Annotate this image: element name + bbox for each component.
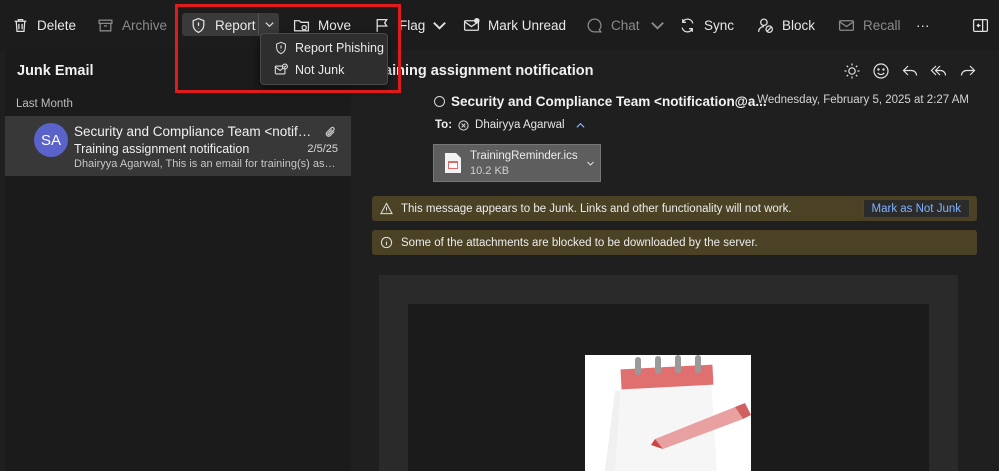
calendar-notepad-illustration — [585, 355, 751, 471]
sender-name[interactable]: Security and Compliance Team <notificati… — [451, 94, 767, 109]
report-label: Report — [215, 17, 256, 33]
recall-icon — [838, 19, 855, 31]
mark-unread-label: Mark Unread — [488, 17, 567, 33]
attachment-card[interactable]: TrainingReminder.ics 10.2 KB — [433, 144, 601, 182]
reading-pane: aining assignment notification Security … — [358, 50, 999, 471]
message-sender: Security and Compliance Team <notificati… — [74, 124, 314, 139]
delete-button[interactable]: Delete — [12, 12, 76, 38]
chevron-down-icon — [433, 21, 446, 30]
move-label: Move — [318, 17, 352, 33]
menu-item-report-phishing[interactable]: Report Phishing — [261, 37, 387, 59]
trash-icon — [14, 18, 27, 32]
message-body-content — [408, 304, 929, 471]
junk-warning-text: This message appears to be Junk. Links a… — [401, 202, 792, 215]
toolbar: Delete Archive Report Move Flag Mark Unr… — [0, 0, 999, 50]
chat-icon — [587, 17, 603, 33]
sun-icon[interactable] — [843, 62, 861, 80]
message-subject-heading: aining assignment notification — [384, 63, 594, 79]
forward-icon[interactable] — [959, 62, 977, 80]
chevron-up-icon[interactable] — [575, 120, 586, 131]
group-label: Last Month — [16, 98, 73, 110]
reading-pane-actions — [843, 62, 977, 80]
shield-icon — [192, 17, 205, 33]
attachment-size: 10.2 KB — [470, 165, 510, 177]
message-list-pane: Junk Email Last Month SA Security and Co… — [5, 50, 351, 471]
message-preview: Dhairyya Agarwal, This is an email for t… — [74, 158, 339, 170]
sync-icon — [681, 17, 694, 33]
mark-unread-button[interactable]: Mark Unread — [463, 12, 566, 38]
warning-icon — [380, 202, 393, 215]
block-label: Block — [782, 17, 816, 33]
list-item[interactable]: SA Security and Compliance Team <notific… — [5, 116, 351, 176]
report-button[interactable]: Report — [190, 12, 256, 38]
chevron-down-icon — [264, 22, 274, 28]
archive-label: Archive — [122, 17, 168, 33]
mark-as-not-junk-button[interactable]: Mark as Not Junk — [862, 199, 970, 218]
reply-icon[interactable] — [901, 62, 919, 80]
emoji-icon[interactable] — [872, 62, 890, 80]
chevron-down-icon[interactable] — [586, 159, 595, 168]
blocked-attachment-text: Some of the attachments are blocked to b… — [401, 236, 758, 249]
mail-check-icon — [274, 63, 288, 75]
folder-title: Junk Email — [17, 63, 94, 79]
chat-button[interactable]: Chat — [586, 12, 640, 38]
avatar: SA — [34, 123, 68, 157]
sidebar-panel-icon — [972, 18, 989, 32]
pane-toggle-button[interactable] — [972, 12, 989, 38]
sync-label: Sync — [704, 17, 735, 33]
menu-item-not-junk[interactable]: Not Junk — [261, 59, 387, 81]
info-icon — [380, 236, 393, 249]
menu-item-label: Report Phishing — [295, 41, 384, 55]
chat-dropdown-toggle[interactable] — [649, 12, 666, 38]
attachment-name: TrainingReminder.ics — [470, 150, 578, 162]
message-date-full: Wednesday, February 5, 2025 at 2:27 AM — [757, 94, 969, 106]
message-body — [379, 275, 958, 471]
calendar-file-icon — [445, 153, 461, 173]
shield-icon — [276, 41, 286, 55]
mail-icon — [463, 17, 480, 31]
delete-label: Delete — [37, 17, 77, 33]
recipient-line: To: Dhairyya Agarwal — [435, 119, 586, 131]
paperclip-icon — [325, 126, 335, 137]
chevron-down-icon — [651, 21, 664, 30]
more-button[interactable]: ··· — [916, 12, 930, 38]
recall-label: Recall — [863, 17, 901, 33]
select-circle-icon[interactable] — [434, 96, 445, 107]
chat-label: Chat — [611, 17, 640, 33]
sync-button[interactable]: Sync — [679, 12, 734, 38]
message-date: 2/5/25 — [307, 143, 338, 155]
message-subject: Training assignment notification — [74, 142, 250, 156]
flag-dropdown-toggle[interactable] — [431, 12, 448, 38]
flag-icon — [376, 18, 388, 32]
more-icon: ··· — [916, 17, 930, 33]
remove-circle-icon — [458, 119, 469, 131]
menu-item-label: Not Junk — [295, 63, 345, 77]
reply-all-icon[interactable] — [930, 62, 948, 80]
recall-button[interactable]: Recall — [838, 12, 901, 38]
block-button[interactable]: Block — [757, 12, 815, 38]
flag-label: Flag — [399, 17, 426, 33]
archive-icon — [98, 19, 113, 31]
report-menu: Report Phishing Not Junk — [260, 33, 388, 85]
to-label: To: — [435, 119, 453, 131]
blocked-attachment-bar: Some of the attachments are blocked to b… — [372, 230, 977, 255]
junk-warning-bar: This message appears to be Junk. Links a… — [372, 196, 977, 221]
sender-line: Security and Compliance Team <notificati… — [434, 94, 767, 109]
archive-button[interactable]: Archive — [97, 12, 167, 38]
folder-move-icon — [293, 19, 310, 31]
recipient-name[interactable]: Dhairyya Agarwal — [475, 119, 564, 131]
block-user-icon — [757, 17, 774, 33]
